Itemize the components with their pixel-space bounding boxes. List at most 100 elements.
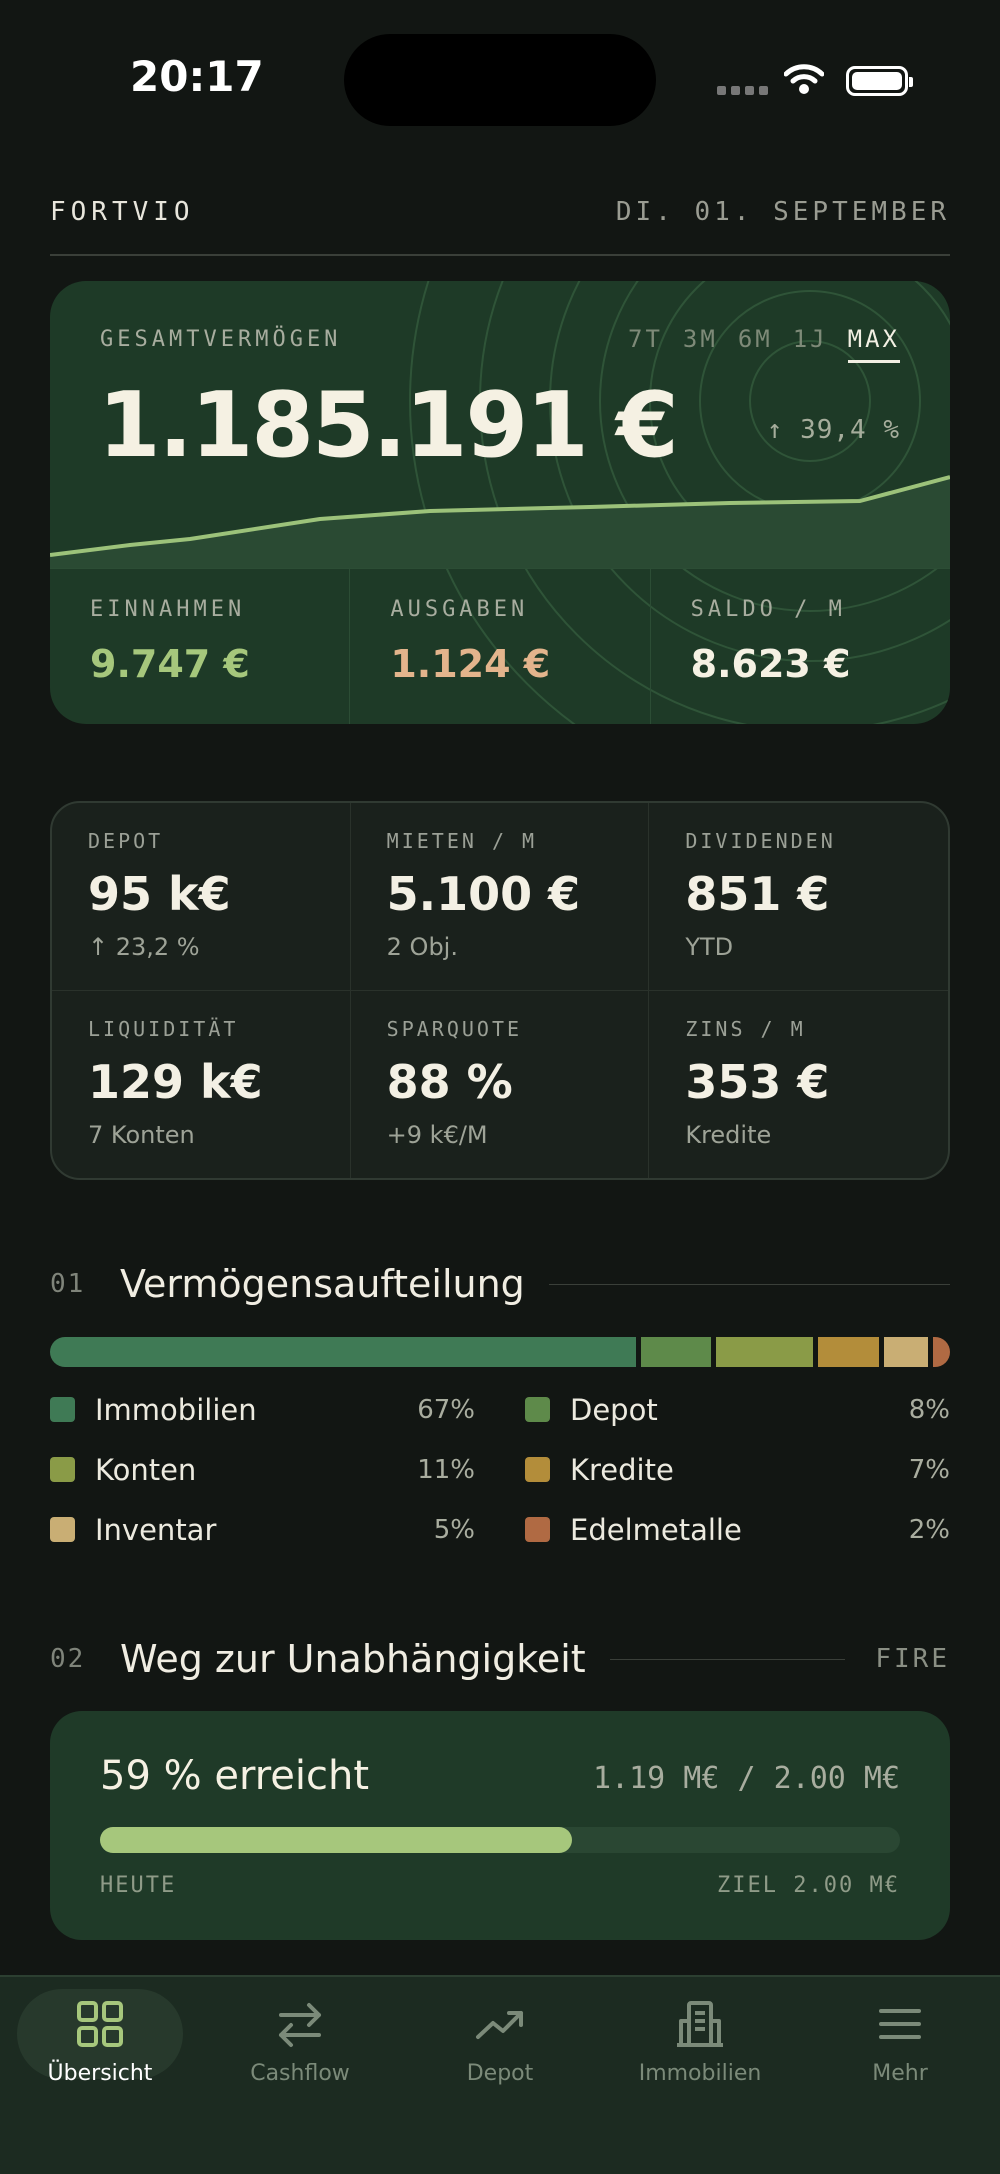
legend-item[interactable]: Kredite 7% [525, 1452, 950, 1487]
legend-percent: 7% [908, 1454, 950, 1485]
legend-name: Konten [95, 1452, 197, 1487]
section-title: Weg zur Unabhängigkeit [120, 1637, 586, 1681]
legend-swatch [50, 1457, 75, 1482]
cellular-signal-icon [717, 86, 768, 95]
legend-item[interactable]: Konten 11% [50, 1452, 475, 1487]
balance-value: 8.623 € [690, 642, 851, 686]
menu-icon [879, 2009, 921, 2039]
section-divider [548, 1283, 950, 1285]
building-icon [677, 2001, 723, 2047]
kpi-value: 88 % [386, 1054, 513, 1109]
kpi-card: DEPOT 95 k€ ↑ 23,2 % MIETEN / M 5.100 € … [50, 801, 950, 1180]
allocation-section-header: 01 Vermögensaufteilung [50, 1262, 950, 1306]
tab-label: Cashflow [250, 2061, 350, 2086]
net-worth-change: ↑ 39,4 % [766, 415, 900, 445]
fire-progress-card[interactable]: 59 % erreicht 1.19 M€ / 2.00 M€ HEUTE ZI… [50, 1711, 950, 1940]
income-cell[interactable]: EINNAHMEN 9.747 € [50, 569, 351, 724]
range-1j[interactable]: 1J [793, 325, 828, 353]
range-selector[interactable]: 7T 3M 6M 1J MAX [628, 325, 901, 363]
section-divider [609, 1658, 846, 1660]
header-date: DI. 01. SEPTEMBER [615, 197, 950, 227]
kpi-rent[interactable]: MIETEN / M 5.100 € 2 Obj. [350, 803, 650, 991]
expense-cell[interactable]: AUSGABEN 1.124 € [350, 569, 651, 724]
net-worth-card[interactable]: GESAMTVERMÖGEN 7T 3M 6M 1J MAX 1.185.191… [50, 281, 950, 724]
net-worth-label: GESAMTVERMÖGEN [100, 327, 342, 352]
kpi-depot[interactable]: DEPOT 95 k€ ↑ 23,2 % [52, 803, 351, 991]
legend-percent: 67% [417, 1394, 475, 1425]
kpi-label: DIVIDENDEN [685, 829, 836, 853]
kpi-value: 129 k€ [88, 1054, 263, 1109]
expense-value: 1.124 € [390, 642, 551, 686]
legend-percent: 5% [433, 1514, 475, 1545]
legend-name: Kredite [570, 1452, 674, 1487]
allocation-bar[interactable] [50, 1337, 950, 1367]
tab-bar: Übersicht Cashflow Depot Immobilien Mehr [0, 1975, 1000, 2174]
kpi-savings-rate[interactable]: SPARQUOTE 88 % +9 k€/M [351, 990, 650, 1178]
legend-name: Depot [570, 1392, 658, 1427]
header-divider [50, 254, 950, 256]
allocation-segment-immobilien[interactable] [50, 1337, 637, 1367]
section-title: Vermögensaufteilung [120, 1262, 525, 1306]
legend-item[interactable]: Immobilien 67% [50, 1393, 475, 1427]
legend-swatch [50, 1397, 75, 1422]
tab-label: Mehr [872, 2061, 928, 2086]
wifi-icon [784, 64, 824, 94]
kpi-label: ZINS / M [685, 1016, 806, 1041]
legend-item[interactable]: Depot 8% [525, 1392, 950, 1427]
kpi-sub: Kredite [685, 1120, 772, 1149]
fire-today-label: HEUTE [100, 1873, 177, 1898]
tab-label: Immobilien [638, 2061, 762, 2086]
allocation-segment-konten[interactable] [716, 1337, 813, 1367]
range-6m[interactable]: 6M [738, 325, 773, 353]
fire-progress-text: 1.19 M€ / 2.00 M€ [592, 1761, 900, 1796]
legend-name: Inventar [95, 1512, 217, 1547]
legend-swatch [50, 1517, 75, 1542]
fire-section-header: 02 Weg zur Unabhängigkeit FIRE [50, 1637, 950, 1681]
balance-cell[interactable]: SALDO / M 8.623 € [651, 569, 950, 724]
allocation-segment-depot[interactable] [641, 1337, 712, 1367]
net-worth-total: 1.185.191 € [98, 373, 679, 478]
tab-real-estate[interactable]: Immobilien [600, 1977, 800, 2174]
legend-item[interactable]: Inventar 5% [50, 1512, 475, 1547]
kpi-value: 851 € [685, 867, 830, 921]
allocation-segment-edelmetalle[interactable] [932, 1337, 950, 1367]
range-7t[interactable]: 7T [628, 325, 663, 353]
tab-label: Übersicht [47, 2061, 153, 2086]
tab-overview[interactable]: Übersicht [0, 1977, 200, 2174]
kpi-label: SPARQUOTE [386, 1016, 523, 1041]
fire-progress-fill [100, 1827, 572, 1853]
range-3m[interactable]: 3M [683, 325, 718, 353]
tab-depot[interactable]: Depot [400, 1977, 600, 2174]
tab-label: Depot [466, 2061, 534, 2086]
arrows-icon [279, 2003, 321, 2047]
allocation-segment-kredite[interactable] [817, 1337, 879, 1367]
status-time: 20:17 [130, 52, 264, 101]
tab-cashflow[interactable]: Cashflow [200, 1977, 400, 2174]
allocation-segment-inventar[interactable] [883, 1337, 928, 1367]
kpi-sub: ↑ 23,2 % [88, 933, 200, 961]
legend-swatch [525, 1517, 550, 1542]
legend-percent: 2% [908, 1514, 950, 1545]
trend-icon [476, 2011, 523, 2039]
income-value: 9.747 € [90, 642, 250, 686]
kpi-interest[interactable]: ZINS / M 353 € Kredite [649, 991, 948, 1179]
kpi-value: 5.100 € [386, 867, 581, 921]
kpi-sub: YTD [685, 933, 734, 961]
fire-progress-bar [100, 1827, 900, 1853]
balance-label: SALDO / M [690, 597, 846, 622]
allocation-legend: Immobilien 67% Depot 8% Konten 11% Kredi… [50, 1392, 950, 1547]
kpi-liquidity[interactable]: LIQUIDITÄT 129 k€ 7 Konten [52, 990, 351, 1178]
tab-more[interactable]: Mehr [800, 1977, 1000, 2174]
range-max[interactable]: MAX [847, 325, 901, 363]
fire-reached: 59 % erreicht [100, 1753, 370, 1799]
grid-icon [77, 2001, 123, 2047]
kpi-dividends[interactable]: DIVIDENDEN 851 € YTD [649, 803, 948, 991]
brand-logo: FORTVIO [50, 197, 195, 227]
income-label: EINNAHMEN [90, 597, 246, 622]
legend-item[interactable]: Edelmetalle 2% [525, 1513, 950, 1547]
section-number: 02 [50, 1644, 86, 1674]
kpi-sub: 2 Obj. [386, 933, 458, 961]
legend-percent: 8% [908, 1394, 950, 1425]
battery-icon [846, 66, 913, 96]
fire-tag: FIRE [875, 1644, 950, 1674]
